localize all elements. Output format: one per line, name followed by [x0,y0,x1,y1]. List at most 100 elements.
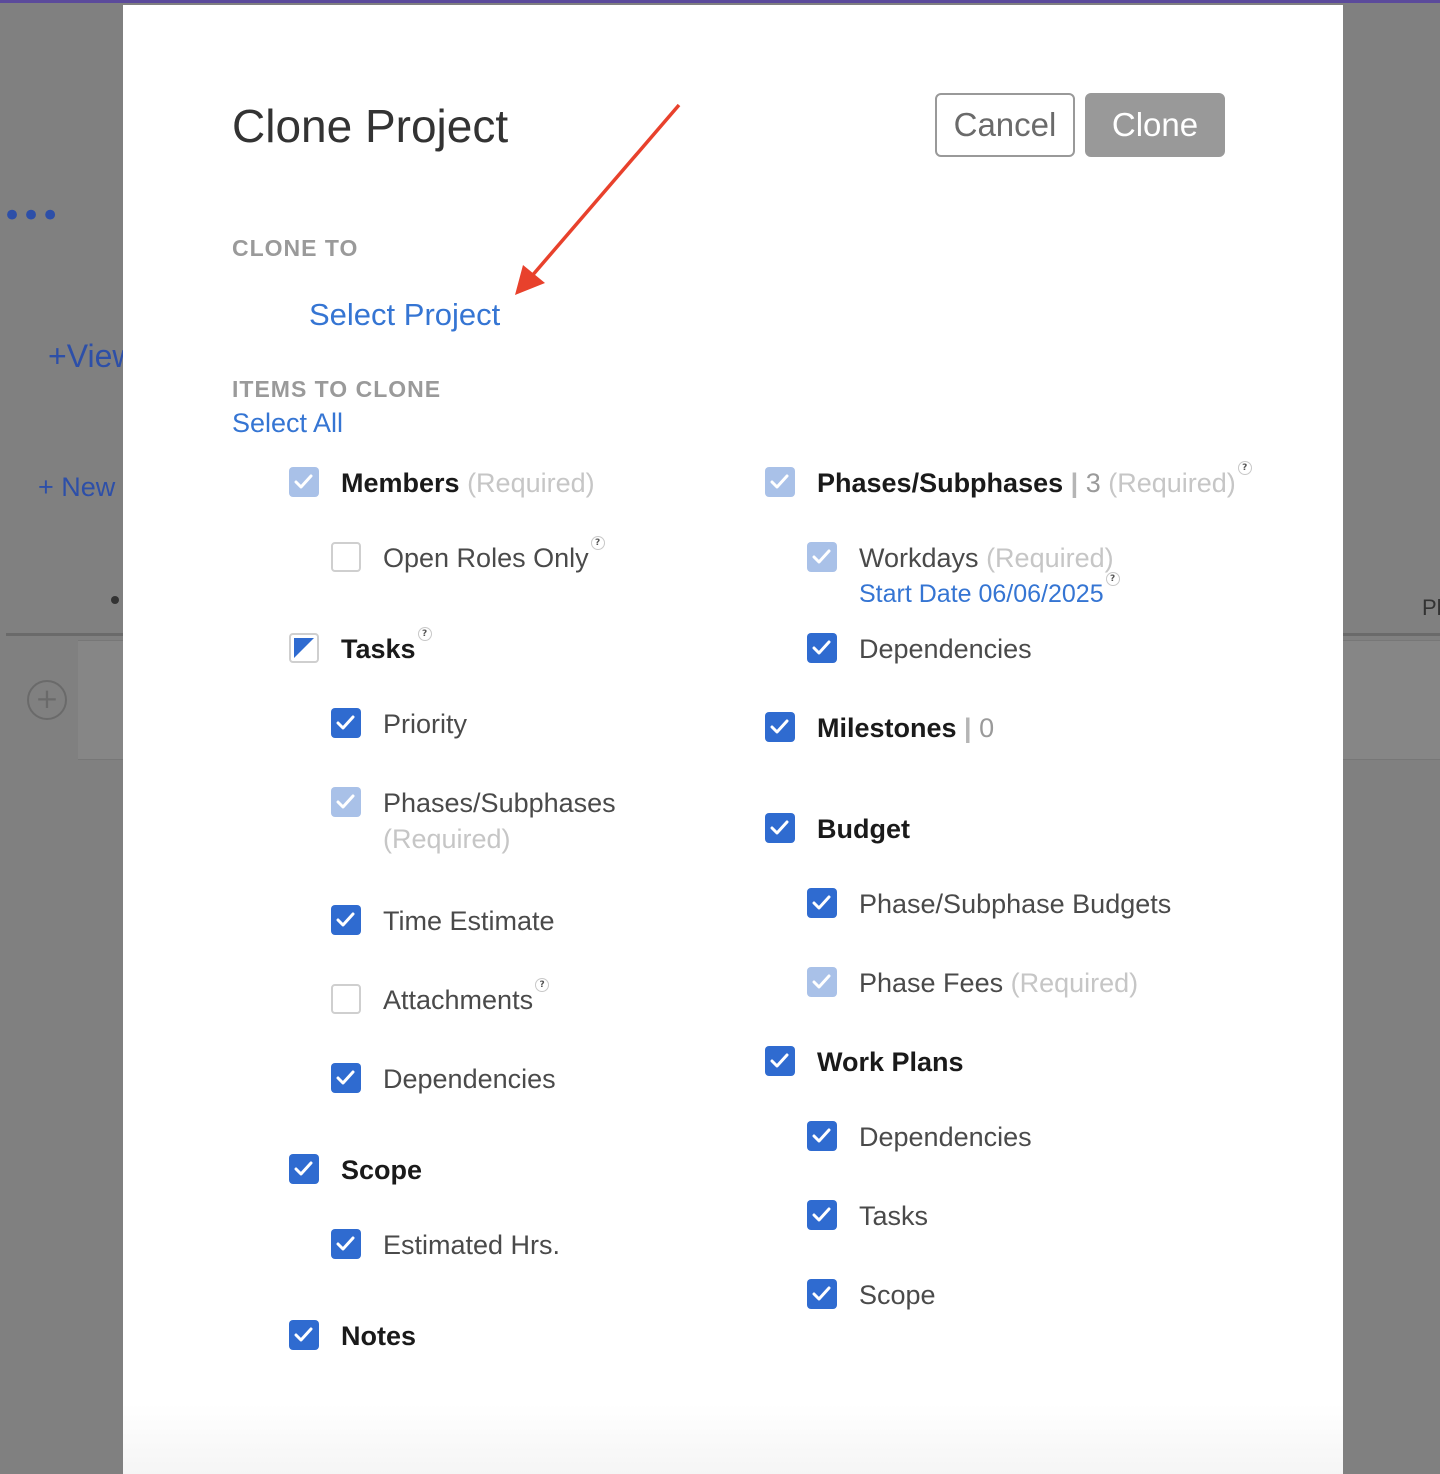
option-label: Scope [341,1155,422,1185]
option-label-text: Priority [383,709,468,739]
checkbox-budget[interactable] [765,813,795,843]
select-project-link[interactable]: Select Project [309,297,500,333]
checkbox-phase-budgets[interactable] [807,888,837,918]
option-label: Budget [817,814,910,844]
option-label: Phase/Subphase Budgets [859,889,1171,919]
option-label-text: Dependencies [383,1064,556,1094]
option-label-wrap: Tasks? [341,627,432,667]
background-divider-left [6,633,123,636]
checkbox-scope[interactable] [289,1154,319,1184]
checkbox-task-dependencies[interactable] [331,1063,361,1093]
checkbox-phase-dependencies[interactable] [807,633,837,663]
option-label-wrap: Budget [817,811,910,847]
option-row-phase-fees[interactable]: Phase Fees (Required) [807,965,1138,1001]
checkbox-wp-scope[interactable] [807,1279,837,1309]
checkbox-time-estimate[interactable] [331,905,361,935]
option-label-wrap: Dependencies [859,631,1032,667]
option-label: Open Roles Only? [383,536,605,573]
help-icon[interactable]: ? [535,978,550,992]
option-label: Phases/Subphases | 3 (Required)? [817,461,1252,498]
checkbox-priority[interactable] [331,708,361,738]
checkbox-estimated-hrs[interactable] [331,1229,361,1259]
cancel-button[interactable]: Cancel [935,93,1075,157]
modal-footer-fade [123,1404,1343,1474]
top-accent-bar [0,0,1440,3]
start-date-link[interactable]: Start Date 06/06/2025? [859,572,1120,612]
option-row-notes[interactable]: Notes [289,1318,416,1354]
option-label-text: Tasks [341,634,416,664]
checkbox-attachments[interactable] [331,984,361,1014]
option-label-wrap: Estimated Hrs. [383,1227,560,1263]
option-label-text: Workdays [859,543,979,573]
option-label-wrap: Milestones | 0 [817,710,994,746]
checkbox-milestones[interactable] [765,712,795,742]
option-row-workdays[interactable]: Workdays (Required) Start Date 06/06/2025… [807,540,1120,612]
option-row-phase-dependencies[interactable]: Dependencies [807,631,1032,667]
more-options-icon[interactable]: ••• [2,196,60,236]
option-label: Phase Fees (Required) [859,968,1138,998]
option-label-wrap: Workdays (Required) Start Date 06/06/2025… [859,540,1120,612]
option-label-text: Attachments [383,985,534,1015]
checkbox-notes[interactable] [289,1320,319,1350]
option-row-budget[interactable]: Budget [765,811,910,847]
option-row-attachments[interactable]: Attachments? [331,978,550,1018]
bullet-dot [111,596,119,604]
checkbox-phases [765,467,795,497]
add-row-button[interactable]: + [27,680,67,720]
modal-title: Clone Project [232,100,509,152]
option-label-wrap: Priority [383,706,467,742]
checkbox-wp-dependencies[interactable] [807,1121,837,1151]
option-label-wrap: Work Plans [817,1044,964,1080]
option-row-phases[interactable]: Phases/Subphases | 3 (Required)? [765,461,1252,501]
help-icon[interactable]: ? [1237,461,1252,475]
option-row-task-phases[interactable]: Phases/Subphases (Required) [331,785,623,857]
option-label-text: Tasks [859,1201,929,1231]
checkbox-task-phases [331,787,361,817]
option-label: Workdays (Required) [859,543,1114,573]
option-label: Dependencies [383,1064,556,1094]
option-label-text: Estimated Hrs. [383,1230,561,1260]
option-label: Attachments? [383,978,550,1015]
option-label-text: Time Estimate [383,906,555,936]
help-icon[interactable]: ? [590,536,605,550]
option-label-wrap: Attachments? [383,978,550,1018]
option-row-open-roles-only[interactable]: Open Roles Only? [331,536,605,576]
option-label-wrap: Time Estimate [383,903,555,939]
option-label: Priority [383,709,467,739]
select-all-link[interactable]: Select All [232,408,343,439]
help-icon[interactable]: ? [417,627,432,641]
annotation-arrow-icon [515,103,681,295]
option-row-wp-scope[interactable]: Scope [807,1277,936,1313]
option-row-wp-dependencies[interactable]: Dependencies [807,1119,1032,1155]
option-label: Members (Required) [341,468,595,498]
option-label-text: Milestones [817,713,957,743]
option-label-text: Dependencies [859,1122,1032,1152]
option-row-priority[interactable]: Priority [331,706,467,742]
option-row-task-dependencies[interactable]: Dependencies [331,1061,556,1097]
checkbox-tasks[interactable] [289,633,319,663]
option-row-phase-budgets[interactable]: Phase/Subphase Budgets [807,886,1171,922]
clone-button[interactable]: Clone [1085,93,1225,157]
option-label-wrap: Phase/Subphase Budgets [859,886,1171,922]
option-row-time-estimate[interactable]: Time Estimate [331,903,555,939]
required-note: (Required) [467,468,595,498]
clone-to-label: CLONE TO [232,235,359,261]
option-label-wrap: Phase Fees (Required) [859,965,1138,1001]
option-row-milestones[interactable]: Milestones | 0 [765,710,994,746]
option-label-text: Open Roles Only [383,543,589,573]
checkbox-work-plans[interactable] [765,1046,795,1076]
separator: | [956,713,980,743]
new-item-link[interactable]: + New [38,472,115,503]
option-row-scope[interactable]: Scope [289,1152,422,1188]
option-row-tasks[interactable]: Tasks? [289,627,432,667]
option-row-work-plans[interactable]: Work Plans [765,1044,964,1080]
checkbox-open-roles-only[interactable] [331,542,361,572]
option-label-wrap: Open Roles Only? [383,536,605,576]
option-row-wp-tasks[interactable]: Tasks [807,1198,928,1234]
help-icon[interactable]: ? [1105,572,1120,586]
checkbox-wp-tasks[interactable] [807,1200,837,1230]
option-label-wrap: Dependencies [859,1119,1032,1155]
option-row-members[interactable]: Members (Required) [289,465,595,501]
option-row-estimated-hrs[interactable]: Estimated Hrs. [331,1227,560,1263]
option-label-text: Scope [859,1280,936,1310]
